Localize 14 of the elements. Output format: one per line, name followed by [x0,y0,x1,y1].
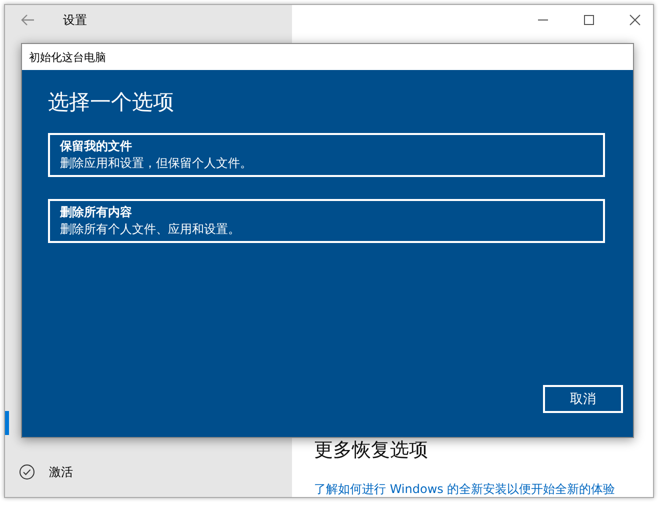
fresh-install-link[interactable]: 了解如何进行 Windows 的全新安装以便开始全新的体验 [314,481,653,497]
option-button[interactable]: 保留我的文件 删除应用和设置，但保留个人文件。 [48,133,605,177]
back-arrow-icon[interactable] [21,14,35,26]
sidebar-item[interactable]: 激活 [5,461,292,497]
option-button[interactable]: 删除所有内容 删除所有个人文件、应用和设置。 [48,199,605,243]
close-icon[interactable] [629,14,641,26]
dialog-title: 初始化这台电脑 [22,44,633,70]
section-heading: 更多恢复选项 [314,438,429,463]
check-circle-icon [19,464,35,480]
cancel-button[interactable]: 取消 [543,385,623,413]
dialog-heading: 选择一个选项 [48,89,175,116]
window-title: 设置 [63,12,87,28]
selection-indicator [5,411,9,435]
maximize-icon[interactable] [583,14,595,26]
